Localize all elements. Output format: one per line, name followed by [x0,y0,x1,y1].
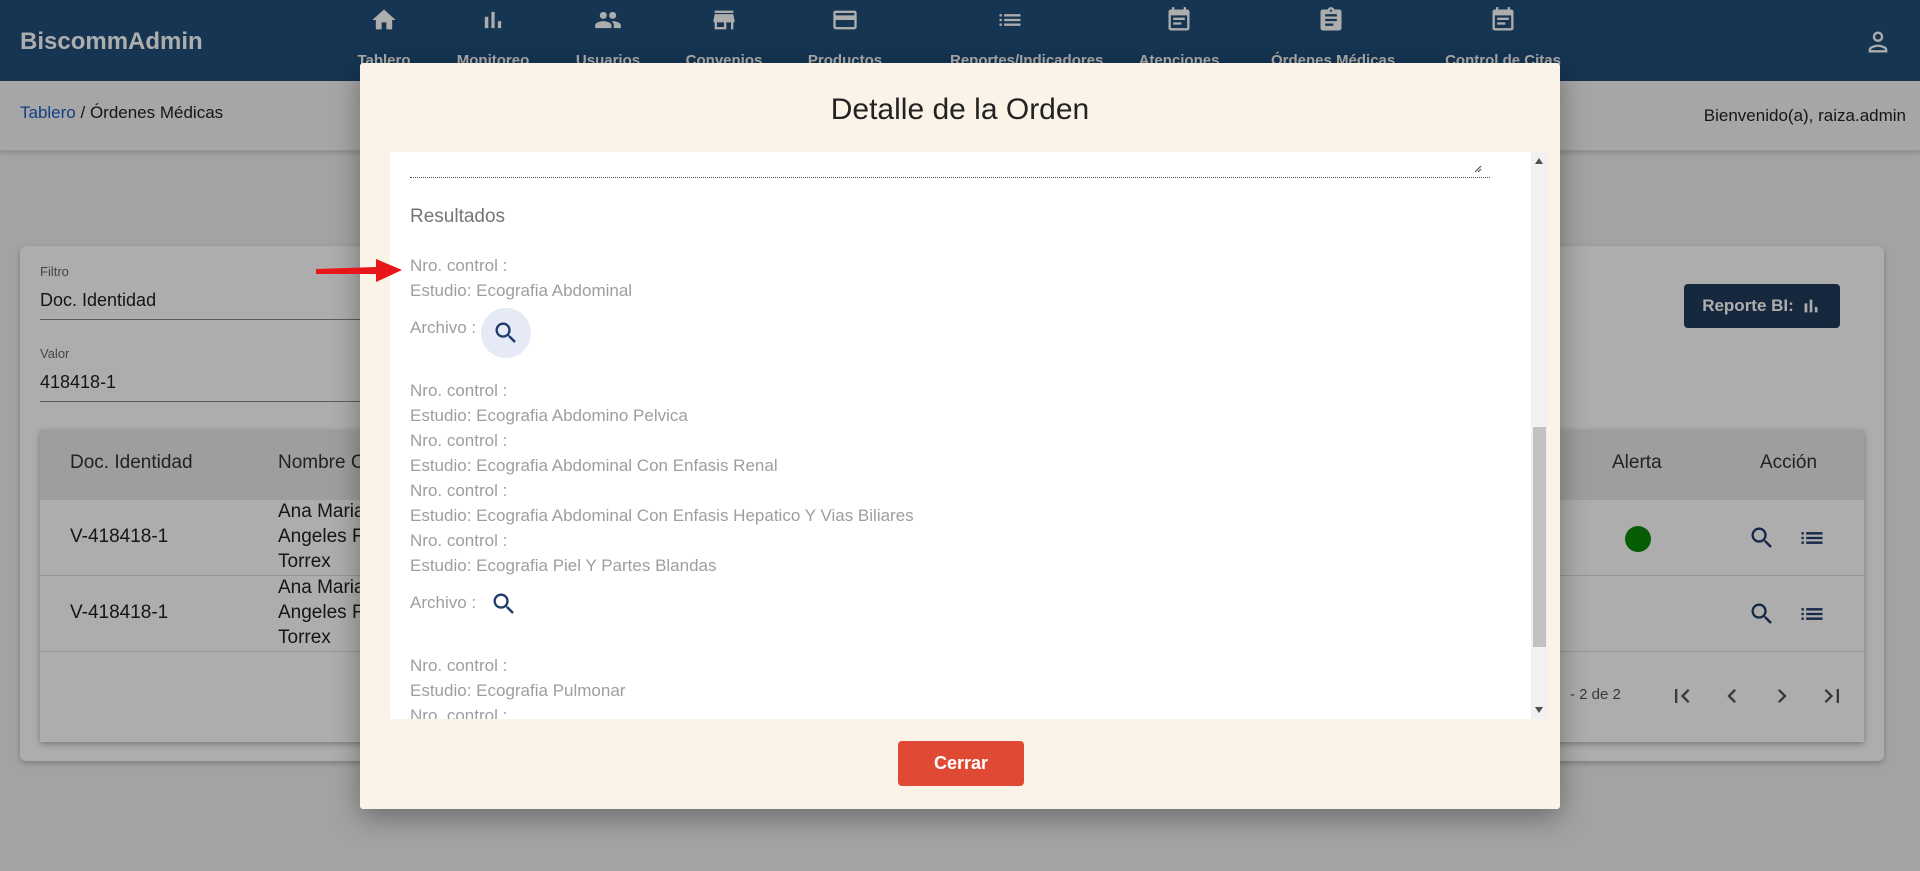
study-name: Estudio: Ecografia Abdominal [410,281,633,300]
control-number: Nro. control : [410,656,508,675]
dialog-scrollbar[interactable] [1531,152,1548,719]
scroll-down-icon[interactable] [1535,707,1543,713]
search-icon[interactable] [490,590,518,618]
study-name: Estudio: Ecografia Pulmonar [410,681,626,700]
control-number: Nro. control : [410,256,508,275]
control-number: Nro. control : [410,531,508,550]
archivo-label: Archivo : [410,593,477,612]
notes-textarea[interactable] [410,152,1490,178]
scroll-up-icon[interactable] [1535,158,1543,164]
scrollbar-thumb[interactable] [1533,427,1546,647]
study-name: Estudio: Ecografia Piel Y Partes Blandas [410,556,717,575]
control-number: Nro. control : [410,481,508,500]
view-file-button[interactable] [481,308,531,358]
resize-handle-icon[interactable] [1472,163,1482,173]
dialog-title: Detalle de la Orden [830,93,1090,126]
control-number: Nro. control : [410,431,508,450]
study-name: Estudio: Ecografia Abdominal Con Enfasis… [410,506,914,525]
search-icon [495,322,516,343]
study-name: Estudio: Ecografia Abdomino Pelvica [410,406,688,425]
close-button[interactable]: Cerrar [898,741,1024,786]
control-number: Nro. control : [410,381,508,400]
study-name: Estudio: Ecografia Abdominal Con Enfasis… [410,456,778,475]
dialog-content[interactable]: Resultados Nro. control : Estudio: Ecogr… [390,152,1531,719]
annotation-arrow-icon [316,259,402,282]
order-detail-dialog: Detalle de la Orden Resultados Nro. cont… [360,63,1560,809]
archivo-label: Archivo : [410,318,477,337]
control-number: Nro. control : [410,706,508,719]
results-heading: Resultados [410,206,506,227]
